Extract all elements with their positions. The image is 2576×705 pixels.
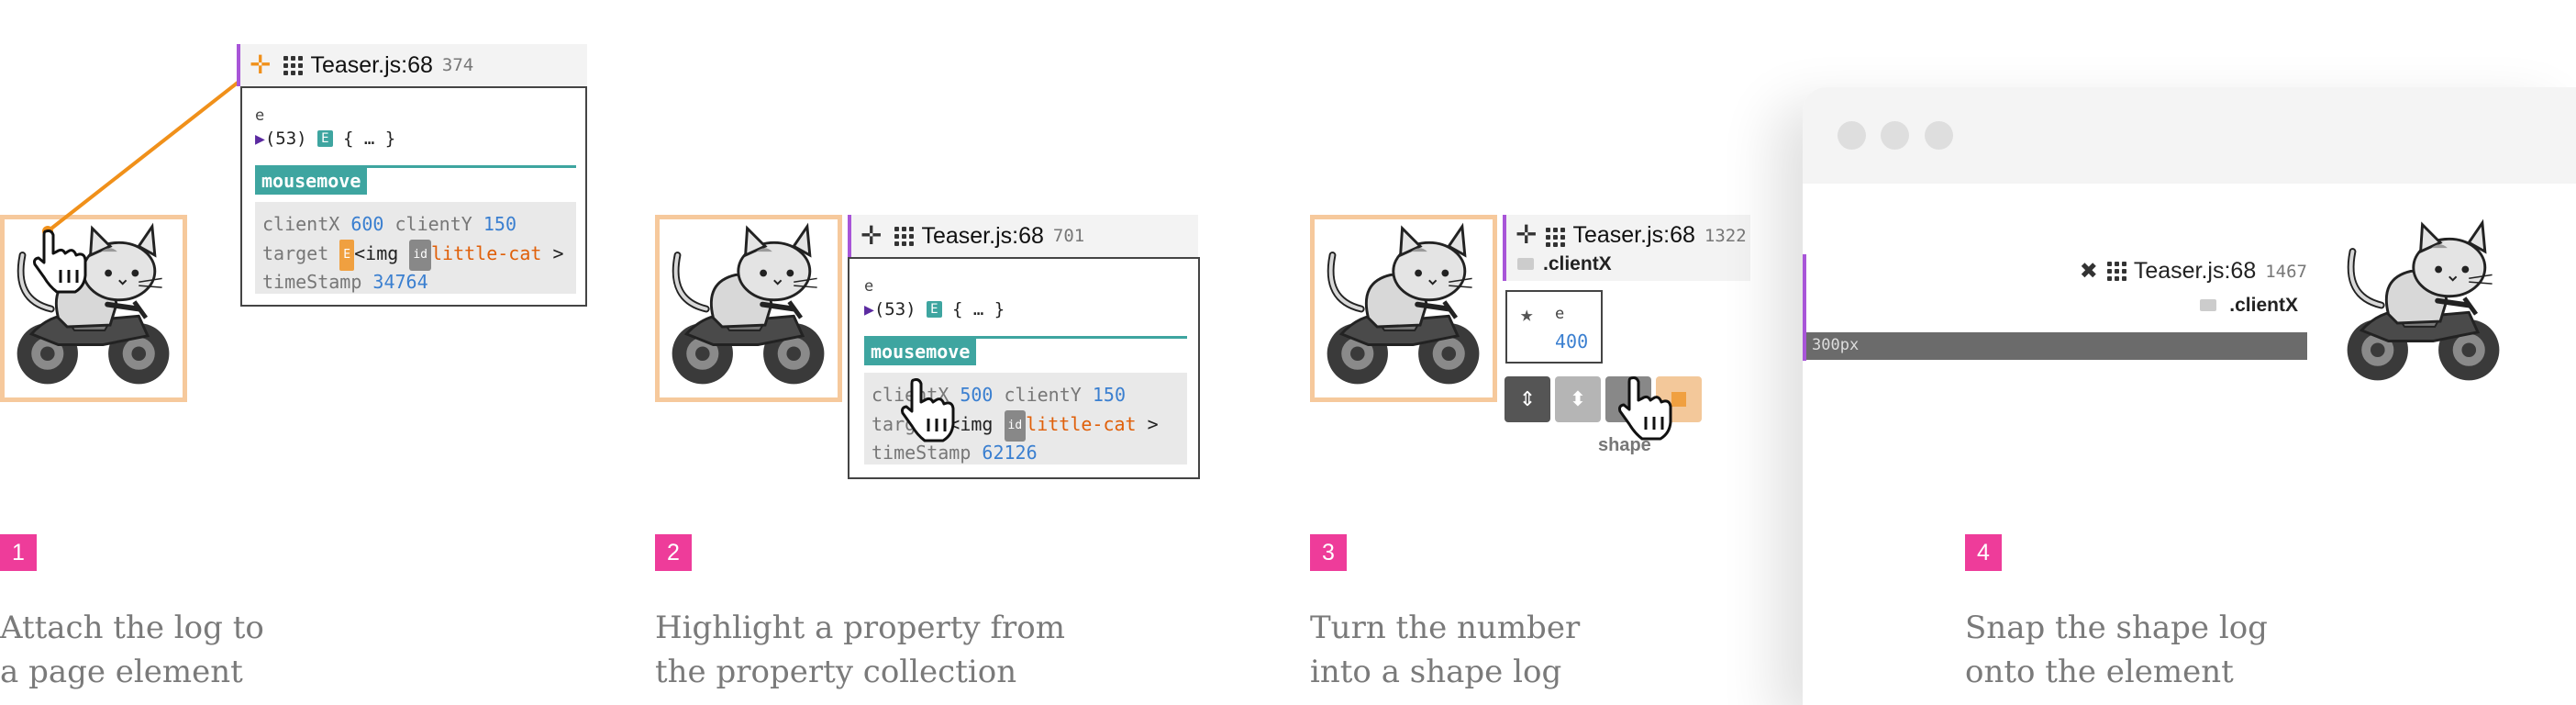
log-header[interactable]: ✖ Teaser.js:68 1467 .clientX: [1806, 254, 2307, 328]
log-file: Teaser.js:68: [1572, 222, 1695, 248]
grip-icon[interactable]: [2106, 262, 2126, 281]
clientY-value[interactable]: 150: [483, 213, 516, 235]
property-path: .clientX: [1517, 253, 1612, 275]
value-text: 400: [1555, 330, 1589, 352]
step-1-panel: ✛ Teaser.js:68 374 e ▶(53) E { … } mouse…: [0, 0, 644, 705]
log-count: 701: [1052, 226, 1085, 246]
step-number: 4: [1965, 534, 2002, 571]
window-minimize-button[interactable]: [1881, 121, 1909, 150]
width-ruler: 300px: [1806, 332, 2307, 360]
value-box: ★ e 400: [1505, 290, 1603, 364]
expand-icon[interactable]: ▶: [864, 300, 874, 319]
pin-icon[interactable]: ✖: [2080, 258, 2098, 285]
window-maximize-button[interactable]: [1925, 121, 1953, 150]
prop-row-timestamp: timeStamp 34764: [262, 271, 428, 293]
event-name: mousemove: [864, 338, 977, 365]
copy-icon: [2200, 299, 2217, 311]
e-badge: E: [317, 130, 333, 147]
log-file: Teaser.js:68: [2133, 258, 2257, 284]
var-name: e: [255, 106, 265, 125]
console-box: e ▶(53) E { … } mousemove clientX 500 cl…: [848, 257, 1200, 479]
log-header[interactable]: ✛ Teaser.js:68 701: [848, 215, 1198, 257]
clientX-value[interactable]: 500: [960, 384, 993, 406]
little-cat-image[interactable]: [1310, 215, 1497, 402]
timestamp-value[interactable]: 34764: [372, 271, 427, 293]
id-badge: id: [1004, 410, 1027, 442]
pin-icon: ⬍: [1569, 387, 1587, 410]
object-summary[interactable]: ▶(53) E { … }: [255, 129, 395, 149]
var-name: e: [1555, 305, 1565, 323]
copy-icon: [1517, 258, 1534, 270]
timestamp-value[interactable]: 62126: [982, 442, 1037, 464]
move-icon[interactable]: ✛: [250, 52, 271, 78]
target-badge: E: [339, 240, 355, 271]
browser-titlebar: [1803, 87, 2576, 184]
star-icon: ★: [1520, 301, 1534, 327]
log-header[interactable]: ✛ Teaser.js:68 374: [237, 44, 587, 86]
expand-icon[interactable]: ▶: [255, 129, 265, 149]
move-icon[interactable]: ✛: [861, 223, 882, 249]
log-count: 1467: [2265, 261, 2307, 282]
step-caption: Snap the shape log onto the element: [1965, 610, 2268, 690]
little-cat-image[interactable]: [655, 215, 842, 402]
step-caption: Turn the number into a shape log: [1310, 610, 1581, 690]
prop-row-target: target E <img id little-cat >: [262, 239, 569, 271]
e-badge: E: [927, 301, 942, 318]
property-list: clientX 600 clientY 150 target E <img id l…: [255, 202, 576, 294]
sort-button[interactable]: ⇕: [1505, 376, 1550, 422]
clientX-value[interactable]: 600: [350, 213, 383, 235]
clientY-value[interactable]: 150: [1093, 384, 1126, 406]
step-caption: Attach the log to a page element: [0, 610, 264, 690]
window-close-button[interactable]: [1838, 121, 1866, 150]
step-number: 2: [655, 534, 692, 571]
log-count: 374: [441, 55, 474, 75]
move-icon[interactable]: ✛: [1516, 222, 1537, 248]
log-file: Teaser.js:68: [310, 51, 433, 78]
hand-cursor-icon: [33, 229, 87, 294]
sort-icon: ⇕: [1518, 387, 1537, 410]
step-2-panel: ✛ Teaser.js:68 701 e ▶(53) E { … } mouse…: [655, 0, 1299, 705]
grip-icon[interactable]: [1546, 228, 1566, 247]
log-count: 1322: [1704, 226, 1747, 246]
step-caption: Highlight a property from the property c…: [655, 610, 1065, 690]
step-number: 1: [0, 534, 37, 571]
grip-icon[interactable]: [894, 226, 915, 246]
object-summary[interactable]: ▶(53) E { … }: [864, 299, 1005, 319]
pin-button[interactable]: ⬍: [1555, 376, 1601, 422]
little-cat-image[interactable]: [2335, 216, 2518, 399]
prop-row-client: clientX 600 clientY 150: [262, 213, 516, 235]
step-number: 3: [1310, 534, 1347, 571]
id-badge: id: [409, 240, 431, 271]
grip-icon[interactable]: [283, 55, 304, 75]
var-name: e: [864, 277, 874, 296]
property-path: .clientX: [2229, 295, 2298, 316]
hand-cursor-icon: [1618, 376, 1672, 441]
hand-cursor-icon: [901, 378, 955, 442]
log-file: Teaser.js:68: [921, 222, 1044, 249]
console-box: e ▶(53) E { … } mousemove clientX 600 cl…: [240, 86, 587, 307]
event-name: mousemove: [255, 167, 368, 195]
